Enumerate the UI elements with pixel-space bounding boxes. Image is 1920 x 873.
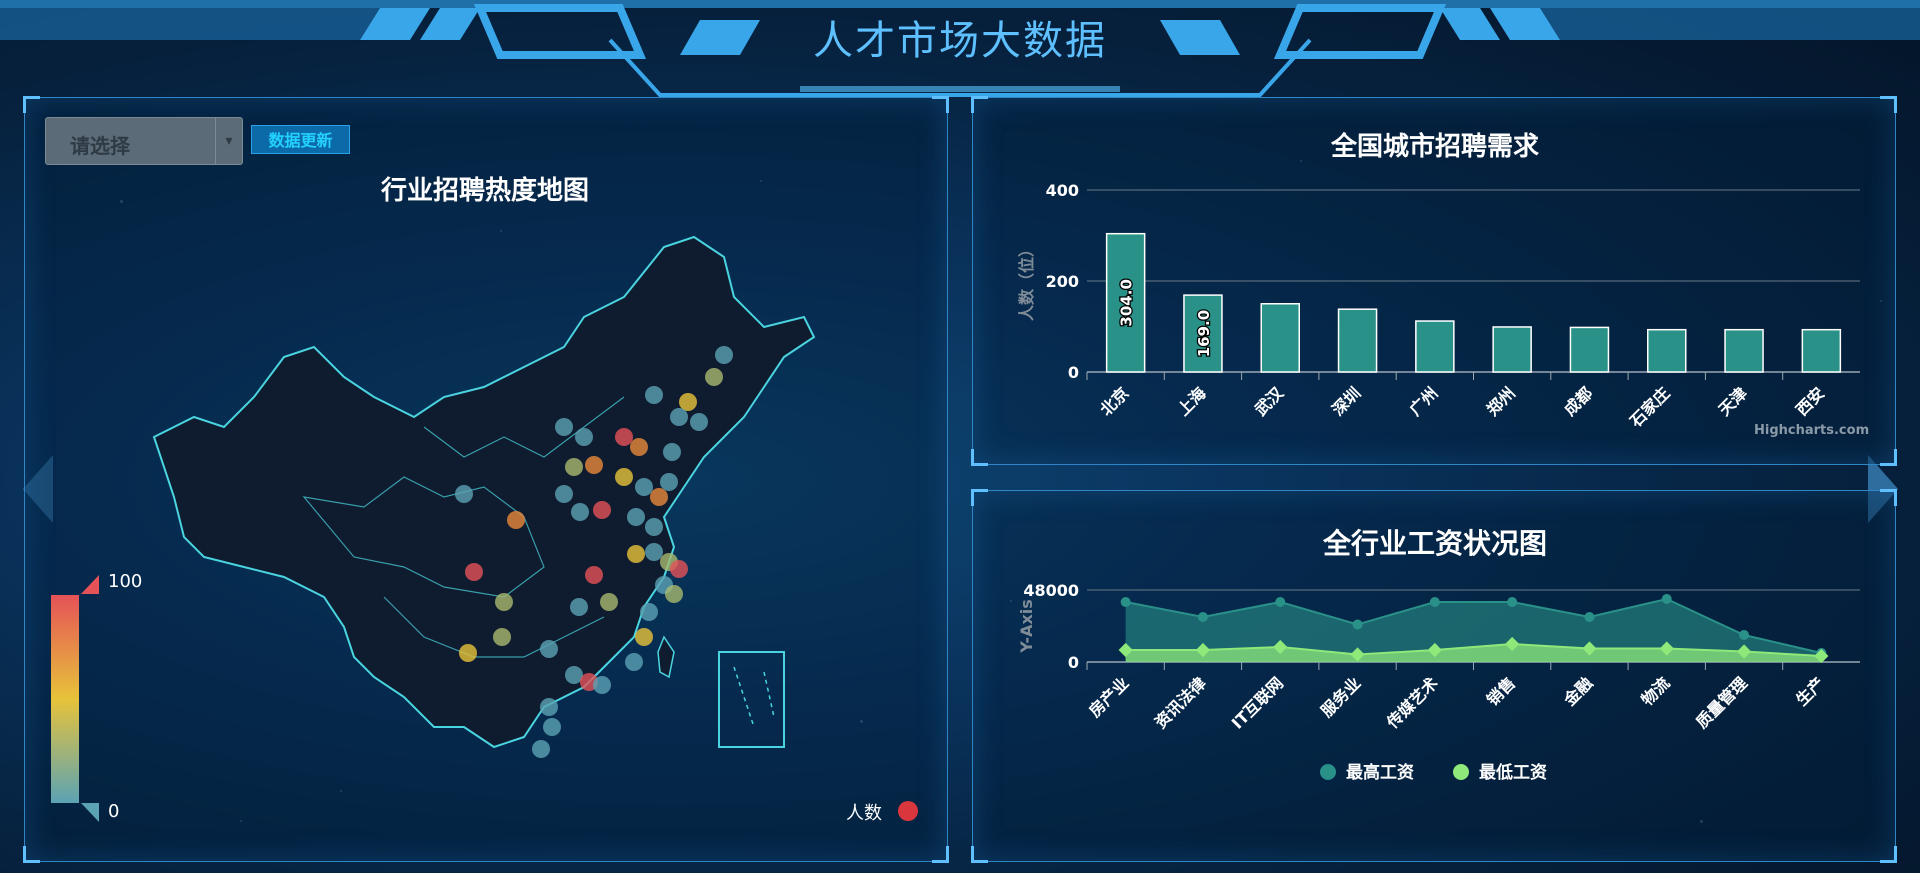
bar xyxy=(1337,308,1378,373)
x-tick-label: 上海 xyxy=(1174,383,1210,419)
city-bar-chart: 0 200 400 人数（位） 304.0 北京 169.0 上海 武汉 深圳 广州 郑州 成都 石家庄 天… xyxy=(1017,181,1860,431)
south-china-sea-inset xyxy=(718,651,785,748)
y-tick-label: 200 xyxy=(1046,272,1079,291)
data-point xyxy=(1275,597,1286,607)
x-tick-label: 质量管理 xyxy=(1692,673,1751,732)
bar xyxy=(1724,328,1764,373)
y-axis-title: Y-Axis xyxy=(1017,599,1036,654)
legend-max-handle xyxy=(81,575,99,594)
series-legend-label: 人数 xyxy=(846,803,882,824)
x-tick-label: 武汉 xyxy=(1251,383,1288,420)
legend-max-label: 100 xyxy=(108,571,143,592)
y-axis-title: 人数（位） xyxy=(1017,241,1036,321)
bar xyxy=(1260,303,1300,373)
x-tick-label: 北京 xyxy=(1096,383,1132,419)
data-point xyxy=(1661,594,1672,604)
x-tick-label: IT互联网 xyxy=(1228,673,1287,732)
bar-data-label: 304.0 xyxy=(1118,279,1136,326)
x-tick-label: 销售 xyxy=(1483,673,1519,709)
x-tick-label: 天津 xyxy=(1715,383,1751,419)
x-tick-label: 房产业 xyxy=(1085,673,1132,720)
header: 人才市场大数据 xyxy=(0,0,1920,100)
legend-item[interactable]: 最低工资 xyxy=(1479,762,1547,783)
china-outline xyxy=(152,235,816,749)
x-tick-label: 广州 xyxy=(1406,383,1442,419)
data-point xyxy=(1584,612,1595,622)
y-tick-label: 400 xyxy=(1046,181,1079,200)
x-tick-label: 石家庄 xyxy=(1625,383,1673,431)
data-point xyxy=(1352,619,1363,630)
bar xyxy=(1647,328,1687,373)
x-tick-label: 深圳 xyxy=(1328,383,1364,419)
y-tick-label: 48000 xyxy=(1023,581,1079,600)
x-tick-label: 成都 xyxy=(1560,383,1596,419)
x-tick-label: 郑州 xyxy=(1483,383,1519,419)
data-point xyxy=(1429,597,1440,607)
page-title: 人才市场大数据 xyxy=(813,18,1107,64)
x-tick-label: 资讯法律 xyxy=(1151,673,1210,732)
china-map xyxy=(51,235,816,822)
legend-min-handle xyxy=(81,803,99,822)
data-point xyxy=(1197,612,1208,622)
legend-min-label: 0 xyxy=(108,801,120,822)
x-tick-label: 生产 xyxy=(1792,673,1828,709)
salary-area-chart: 0 48000Y-Axis 房产业 资讯法律 IT互联网 服务业 传媒艺术 销售 金融 物流 质量管… xyxy=(1017,581,1860,783)
x-tick-label: 物流 xyxy=(1638,673,1674,709)
series-legend-dot[interactable] xyxy=(898,801,918,821)
x-tick-label: 传媒艺术 xyxy=(1382,673,1441,732)
bar xyxy=(1415,320,1455,373)
legend-symbol xyxy=(1320,764,1336,780)
bar xyxy=(1801,328,1842,373)
x-tick-label: 西安 xyxy=(1792,383,1828,419)
y-tick-label: 0 xyxy=(1068,653,1079,672)
bar xyxy=(1492,326,1532,373)
data-point xyxy=(1507,597,1518,607)
legend-symbol xyxy=(1453,764,1469,780)
x-tick-label: 服务业 xyxy=(1317,673,1364,720)
y-tick-label: 0 xyxy=(1068,363,1079,382)
bar-data-label: 169.0 xyxy=(1195,310,1213,357)
taiwan-outline xyxy=(657,635,675,679)
bar xyxy=(1569,326,1610,373)
highcharts-credit[interactable]: Highcharts.com xyxy=(1754,423,1869,438)
data-point xyxy=(1739,630,1750,640)
x-tick-label: 金融 xyxy=(1559,673,1596,710)
color-legend-bar xyxy=(51,595,79,803)
legend-item[interactable]: 最高工资 xyxy=(1346,762,1414,783)
data-point xyxy=(1120,597,1131,607)
